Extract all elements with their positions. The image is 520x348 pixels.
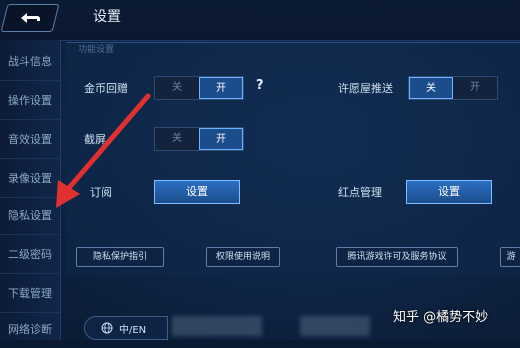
- blurred-text: [300, 316, 370, 336]
- globe-icon: [101, 322, 113, 334]
- red-dot-settings-button[interactable]: 设置: [406, 180, 492, 204]
- screenshot-on[interactable]: 开: [199, 128, 243, 150]
- sidebar-item-network[interactable]: 网络诊断: [0, 312, 60, 348]
- license-agreement-link[interactable]: 腾讯游戏许可及服务协议: [336, 247, 458, 267]
- subscribe-settings-button[interactable]: 设置: [154, 180, 240, 204]
- screenshot-label: 截屏: [84, 133, 106, 146]
- help-icon[interactable]: ?: [256, 78, 264, 93]
- wish-push-toggle[interactable]: 关 开: [408, 76, 498, 100]
- sidebar-item-audio[interactable]: 音效设置: [0, 122, 60, 159]
- screenshot-toggle[interactable]: 关 开: [154, 127, 244, 151]
- gold-gift-label: 金币回赠: [84, 82, 128, 95]
- sidebar-item-downloads[interactable]: 下载管理: [0, 276, 60, 313]
- page-title: 设置: [93, 9, 121, 25]
- sidebar-item-battle-info[interactable]: 战斗信息: [0, 44, 60, 81]
- screenshot-off[interactable]: 关: [155, 128, 199, 150]
- sidebar-item-controls[interactable]: 操作设置: [0, 83, 60, 120]
- blurred-text: [172, 316, 262, 336]
- wish-push-off-selected[interactable]: 关: [409, 77, 453, 99]
- subscribe-label: 订阅: [90, 186, 112, 199]
- gold-gift-toggle[interactable]: 关 开: [154, 76, 244, 100]
- gold-gift-on[interactable]: 开: [199, 77, 243, 99]
- sidebar-item-secondary-password[interactable]: 二级密码: [0, 237, 60, 274]
- language-button[interactable]: 中/EN: [84, 316, 168, 340]
- wish-push-on[interactable]: 开: [453, 77, 497, 99]
- back-arrow-icon: [21, 13, 40, 23]
- gold-gift-off[interactable]: 关: [155, 77, 199, 99]
- red-dot-label: 红点管理: [338, 186, 382, 199]
- permission-usage-link[interactable]: 权限使用说明: [206, 247, 280, 267]
- sidebar: 战斗信息 操作设置 音效设置 录像设置 隐私设置 二级密码 下载管理 网络诊断: [0, 40, 61, 340]
- privacy-guide-link[interactable]: 隐私保护指引: [76, 247, 164, 267]
- header-bar: 设置: [0, 0, 520, 41]
- wish-push-label: 许愿屋推送: [338, 82, 393, 95]
- watermark: 知乎 @橘势不妙: [393, 310, 489, 325]
- sidebar-item-privacy[interactable]: 隐私设置: [0, 198, 60, 235]
- partial-link[interactable]: 游: [500, 247, 520, 267]
- section-label: 功能设置: [78, 45, 115, 55]
- sidebar-item-recording[interactable]: 录像设置: [0, 161, 60, 198]
- back-button[interactable]: [0, 4, 60, 32]
